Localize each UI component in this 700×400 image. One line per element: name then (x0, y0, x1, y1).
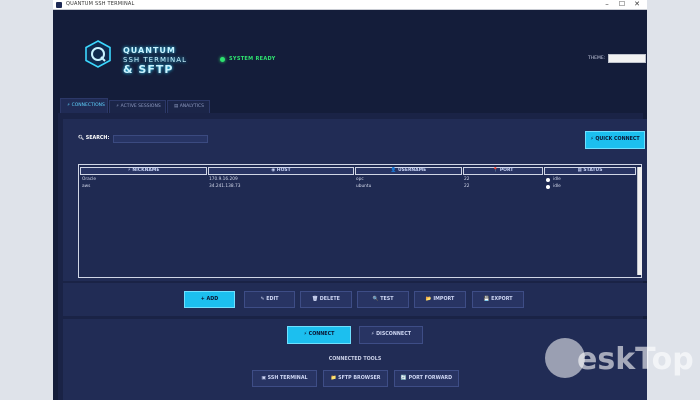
cell-username[interactable]: ubuntu (356, 184, 371, 189)
tab-label: ANALYTICS (179, 104, 204, 109)
status-icon: ▦ (577, 168, 582, 173)
search-icon: 🔍︎ (78, 136, 85, 141)
column-header-port[interactable]: 📍 PORT (463, 167, 543, 175)
maximize-button[interactable]: ☐ (616, 0, 628, 10)
plus-icon: + (200, 297, 205, 302)
cell-port[interactable]: 22 (464, 177, 469, 182)
column-header-username[interactable]: 👤 USERNAME (355, 167, 462, 175)
pencil-icon: ✎ (260, 297, 265, 302)
column-header-nickname[interactable]: ⚡ NICKNAME (80, 167, 207, 175)
bolt-icon: ⚡ (116, 104, 120, 109)
theme-select[interactable] (608, 54, 646, 63)
connections-table: ⚡ NICKNAME ◉ HOST 👤 USERNAME 📍 PORT ▦ ST… (78, 164, 642, 278)
app-header: QUANTUM SSH TERMINAL & SFTP SYSTEM READY… (53, 10, 647, 92)
search-icon: 🔍 (372, 297, 379, 302)
close-button[interactable]: ✕ (631, 0, 643, 10)
save-icon: 💾 (483, 297, 490, 302)
app-logo-text: QUANTUM SSH TERMINAL & SFTP (123, 46, 187, 76)
pin-icon: 📍 (492, 168, 499, 173)
folder-icon: 📂 (425, 297, 432, 302)
bolt-icon: ⚡ (371, 332, 375, 337)
idle-status-icon (546, 178, 550, 182)
cell-nickname[interactable]: Oracle (82, 177, 96, 182)
import-button[interactable]: 📂 IMPORT (414, 291, 466, 308)
bolt-icon: ⚡ (127, 168, 131, 173)
tab-label: CONNECTIONS (71, 103, 105, 108)
tab-active-sessions[interactable]: ⚡ ACTIVE SESSIONS (109, 100, 166, 113)
cell-status[interactable]: idle (553, 177, 561, 182)
add-button[interactable]: + ADD (184, 291, 235, 308)
port-forward-button[interactable]: 🔄 PORT FORWARD (394, 370, 459, 387)
logo-line-3: & SFTP (123, 63, 174, 76)
sftp-browser-button[interactable]: 📁 SFTP BROWSER (323, 370, 388, 387)
tab-label: ACTIVE SESSIONS (120, 104, 161, 109)
column-header-host[interactable]: ◉ HOST (208, 167, 354, 175)
disconnect-button[interactable]: ⚡ DISCONNECT (359, 326, 423, 344)
cell-port[interactable]: 22 (464, 184, 469, 189)
title-bar: QUANTUM SSH TERMINAL – ☐ ✕ (53, 0, 647, 10)
table-scrollbar[interactable] (637, 167, 642, 275)
window-title: QUANTUM SSH TERMINAL (66, 1, 135, 7)
logo-line-1: QUANTUM (123, 46, 176, 55)
chart-icon: ▤ (174, 104, 179, 109)
status-indicator-icon (220, 57, 225, 62)
cell-status[interactable]: idle (553, 184, 561, 189)
app-icon (56, 2, 62, 8)
cell-host[interactable]: 34.241.138.73 (209, 184, 240, 189)
main-tabs: ⚡ CONNECTIONS ⚡ ACTIVE SESSIONS ▤ ANALYT… (53, 98, 647, 113)
actions-panel: + ADD ✎ EDIT 🗑 DELETE 🔍 TEST 📂 IMPORT 💾 (63, 283, 647, 316)
search-input[interactable] (113, 135, 208, 143)
theme-label: THEME: (588, 56, 606, 61)
export-button[interactable]: 💾 EXPORT (472, 291, 524, 308)
search-label: 🔍︎ SEARCH: (78, 136, 110, 141)
tab-connections[interactable]: ⚡ CONNECTIONS (60, 98, 108, 113)
watermark-text: eskTop (577, 342, 694, 377)
connect-button[interactable]: ⚡ CONNECT (287, 326, 351, 344)
globe-icon: ◉ (271, 168, 276, 173)
trash-icon: 🗑 (312, 297, 319, 302)
connections-panel: 🔍︎ SEARCH: ⚡ QUICK CONNECT ⚡ NICKNAME ◉ … (63, 119, 647, 281)
tab-analytics[interactable]: ▤ ANALYTICS (167, 100, 210, 113)
watermark: eskTop (545, 338, 695, 378)
bolt-icon: ⚡ (303, 332, 307, 337)
terminal-icon: ▣ (261, 376, 266, 381)
quick-connect-button[interactable]: ⚡ QUICK CONNECT (585, 131, 645, 149)
refresh-icon: 🔄 (400, 376, 407, 381)
bolt-icon: ⚡ (67, 103, 71, 108)
cell-username[interactable]: opc (356, 177, 364, 182)
delete-button[interactable]: 🗑 DELETE (300, 291, 352, 308)
bolt-icon: ⚡ (590, 137, 594, 142)
quick-connect-label: QUICK CONNECT (595, 137, 640, 142)
cell-nickname[interactable]: aws (82, 184, 90, 189)
ssh-terminal-button[interactable]: ▣ SSH TERMINAL (252, 370, 317, 387)
idle-status-icon (546, 185, 550, 189)
user-icon: 👤 (390, 168, 397, 173)
test-button[interactable]: 🔍 TEST (357, 291, 409, 308)
minimize-button[interactable]: – (601, 0, 613, 10)
status-text: SYSTEM READY (229, 56, 276, 62)
edit-button[interactable]: ✎ EDIT (244, 291, 295, 308)
folder-icon: 📁 (330, 376, 337, 381)
cell-host[interactable]: 170.9.16.209 (209, 177, 238, 182)
app-logo-icon (85, 40, 111, 68)
column-header-status[interactable]: ▦ STATUS (544, 167, 636, 175)
